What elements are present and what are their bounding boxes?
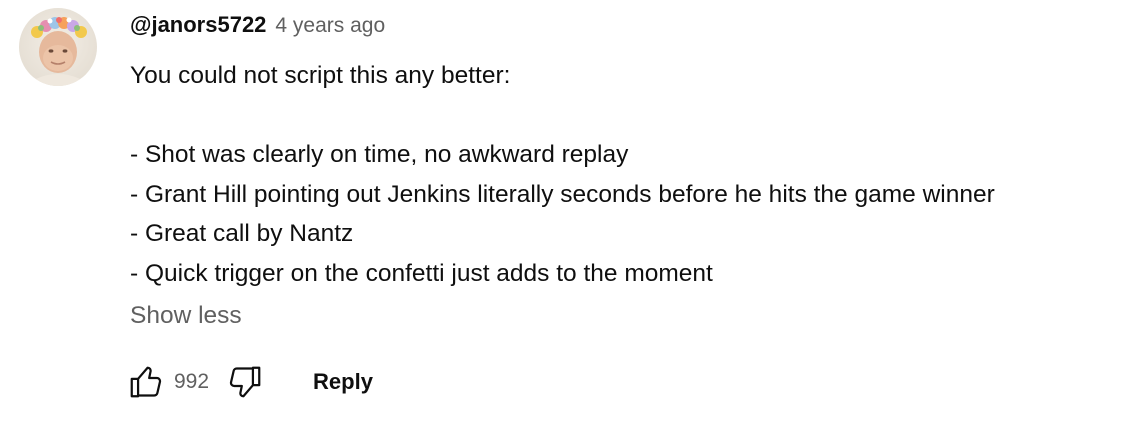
thumbs-down-icon	[229, 366, 261, 398]
reply-button[interactable]: Reply	[313, 369, 373, 395]
avatar[interactable]	[19, 8, 97, 86]
user-avatar-icon	[19, 8, 97, 86]
like-button[interactable]	[126, 362, 166, 402]
thumbs-up-icon	[130, 366, 162, 398]
comment-line: - Quick trigger on the confetti just add…	[130, 259, 713, 287]
show-less-button[interactable]: Show less	[130, 302, 242, 330]
comment-line: You could not script this any better:	[130, 62, 511, 89]
comment-line	[130, 96, 1135, 136]
comment-line: - Great call by Nantz	[130, 220, 354, 247]
comment-line: - Shot was clearly on time, no awkward r…	[130, 141, 629, 168]
comment-line: - Grant Hill pointing out Jenkins litera…	[130, 180, 995, 208]
comment-author[interactable]: @janors5722	[130, 12, 266, 38]
comment-text: You could not script this any better: - …	[130, 56, 1135, 293]
comment-header: @janors5722 4 years ago	[130, 12, 385, 42]
comment-actions: 992 Reply	[126, 360, 373, 404]
like-count: 992	[174, 370, 210, 393]
comment-timestamp[interactable]: 4 years ago	[275, 14, 385, 38]
dislike-button[interactable]	[225, 362, 265, 402]
